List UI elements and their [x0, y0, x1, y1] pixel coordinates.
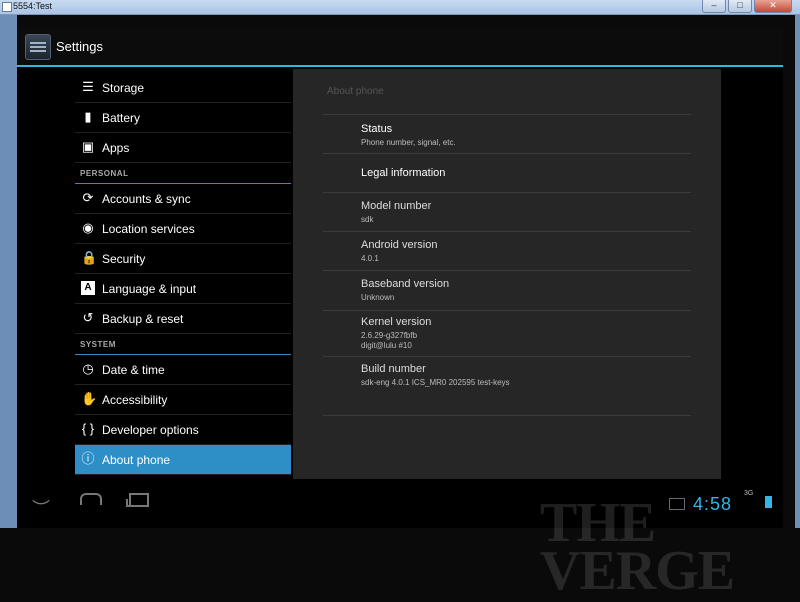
pref-title: Android version	[361, 239, 438, 251]
pref-summary: sdk-eng 4.0.1 ICS_MR0 202595 test-keys	[361, 378, 510, 387]
menu-item-label: Accessibility	[102, 393, 168, 407]
device-screen: Settings ☰ Storage ▮ Battery ▣ Apps PERS…	[17, 27, 783, 599]
info-icon: ⓘ	[81, 451, 95, 466]
window-frame-left	[0, 15, 17, 528]
clock-icon: ◷	[82, 361, 94, 376]
menu-item-language[interactable]: A Language & input	[75, 274, 291, 304]
watermark-logo: THE VERGE	[540, 492, 735, 602]
system-navigation-bar: ︶ THE VERGE 4:58 3G	[17, 481, 783, 599]
detail-pane: About phone Status Phone number, signal,…	[293, 69, 721, 479]
maximize-button[interactable]: □	[728, 0, 752, 13]
window-controls: – □ ✕	[702, 0, 792, 13]
lock-icon: 🔒	[81, 250, 98, 265]
section-header-system: SYSTEM	[75, 334, 291, 355]
pref-title: Legal information	[361, 167, 446, 179]
pref-title: Build number	[361, 363, 426, 375]
pref-status[interactable]: Status Phone number, signal, etc.	[323, 114, 691, 153]
pref-android-version[interactable]: Android version 4.0.1	[323, 231, 691, 270]
minimize-button[interactable]: –	[702, 0, 726, 13]
menu-item-backup[interactable]: ↺ Backup & reset	[75, 304, 291, 334]
storage-icon: ☰	[82, 79, 94, 94]
pref-summary: 2.6.29-g327fbfb	[361, 331, 418, 340]
language-icon: A	[81, 281, 95, 295]
section-label: PERSONAL	[80, 169, 129, 178]
pane-divider	[323, 415, 691, 416]
settings-icon[interactable]	[25, 34, 51, 60]
pref-summary-secondary: digit@lulu #10	[361, 341, 412, 350]
pref-summary: 4.0.1	[361, 254, 379, 263]
network-indicator: 3G	[744, 490, 754, 497]
menu-item-accessibility[interactable]: ✋ Accessibility	[75, 385, 291, 415]
menu-item-label: Developer options	[102, 423, 199, 437]
menu-item-label: Date & time	[102, 363, 165, 377]
pref-kernel-version: Kernel version 2.6.29-g327fbfb digit@lul…	[323, 310, 691, 356]
pref-title: Status	[361, 123, 393, 135]
settings-menu: ☰ Storage ▮ Battery ▣ Apps PERSONAL ⟳ Ac…	[75, 73, 291, 475]
action-bar-divider	[17, 65, 783, 67]
menu-item-location[interactable]: ◉ Location services	[75, 214, 291, 244]
menu-item-label: Apps	[102, 141, 130, 155]
window-title: 5554:Test	[13, 1, 53, 11]
menu-item-apps[interactable]: ▣ Apps	[75, 133, 291, 163]
sync-icon: ⟳	[82, 190, 94, 205]
location-icon: ◉	[82, 220, 94, 235]
menu-item-accounts-sync[interactable]: ⟳ Accounts & sync	[75, 184, 291, 214]
pref-title: Baseband version	[361, 278, 450, 290]
status-clock[interactable]: 4:58	[693, 494, 732, 515]
battery-icon: ▮	[84, 109, 92, 124]
pref-summary: sdk	[361, 215, 374, 224]
pref-summary: Unknown	[361, 293, 395, 302]
menu-item-storage[interactable]: ☰ Storage	[75, 73, 291, 103]
pref-summary: Phone number, signal, etc.	[361, 138, 456, 147]
menu-item-developer-options[interactable]: { } Developer options	[75, 415, 291, 445]
braces-icon: { }	[81, 421, 95, 436]
apps-icon: ▣	[81, 139, 95, 154]
section-label: SYSTEM	[80, 340, 116, 349]
backup-icon: ↺	[82, 310, 94, 325]
menu-item-label: Backup & reset	[102, 312, 184, 326]
about-phone-list: Status Phone number, signal, etc. Legal …	[323, 114, 691, 395]
battery-status-icon	[765, 496, 772, 508]
menu-item-date-time[interactable]: ◷ Date & time	[75, 355, 291, 385]
pref-baseband-version: Baseband version Unknown	[323, 270, 691, 310]
hand-icon: ✋	[81, 391, 98, 406]
window-titlebar: 5554:Test – □ ✕	[0, 0, 800, 15]
menu-item-label: Accounts & sync	[102, 192, 191, 206]
back-icon[interactable]: ︶	[32, 495, 50, 521]
pref-legal-information[interactable]: Legal information	[323, 153, 691, 192]
menu-item-label: Battery	[102, 111, 141, 125]
pane-header: About phone	[327, 86, 384, 97]
close-button[interactable]: ✕	[754, 0, 792, 13]
menu-item-security[interactable]: 🔒 Security	[75, 244, 291, 274]
menu-item-label: About phone	[102, 453, 171, 467]
menu-item-label: Language & input	[102, 282, 197, 296]
menu-item-battery[interactable]: ▮ Battery	[75, 103, 291, 133]
menu-item-about-phone[interactable]: ⓘ About phone	[75, 445, 291, 475]
pref-title: Model number	[361, 200, 432, 212]
app-icon	[2, 2, 12, 12]
menu-item-label: Security	[102, 252, 146, 266]
pref-build-number[interactable]: Build number sdk-eng 4.0.1 ICS_MR0 20259…	[323, 356, 691, 395]
pref-title: Kernel version	[361, 316, 432, 328]
menu-item-label: Location services	[102, 222, 195, 236]
action-bar: Settings	[17, 27, 783, 65]
menu-item-label: Storage	[102, 81, 145, 95]
notification-icon[interactable]	[669, 498, 685, 510]
home-icon[interactable]	[80, 493, 102, 505]
action-bar-title: Settings	[56, 39, 103, 54]
recent-apps-icon[interactable]	[126, 493, 149, 507]
section-header-personal: PERSONAL	[75, 163, 291, 184]
window-frame-right	[795, 15, 800, 528]
pref-model-number: Model number sdk	[323, 192, 691, 231]
